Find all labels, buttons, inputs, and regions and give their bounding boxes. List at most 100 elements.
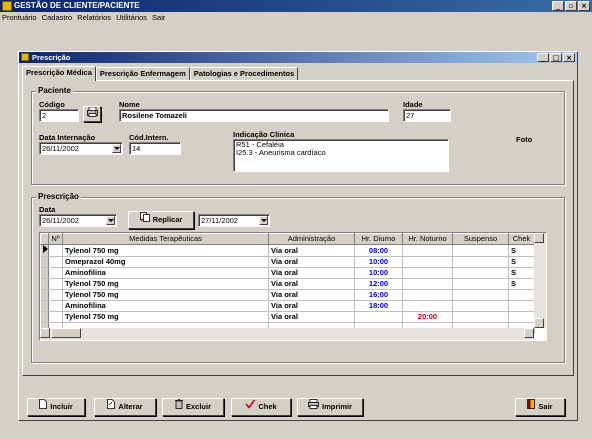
grid-cell-chek[interactable]: S	[508, 244, 535, 257]
col-header-hr-diurno[interactable]: Hr. Diurno	[354, 233, 403, 245]
chevron-down-icon[interactable]	[259, 216, 268, 225]
grid-cell-medida[interactable]: Omeprazol 40mg	[62, 256, 269, 268]
grid-cell-hr-noturno[interactable]	[402, 289, 453, 301]
row-indicator[interactable]	[40, 311, 49, 323]
menu-utilitarios[interactable]: Utilitários	[116, 13, 147, 22]
grid-cell-chek[interactable]: S	[508, 256, 535, 268]
alterar-button[interactable]: Alterar	[94, 398, 156, 416]
grid-cell-suspenso[interactable]	[452, 300, 509, 312]
nome-field[interactable]: Rosilene Tomazeli	[119, 109, 389, 122]
table-row[interactable]: Tylenol 750 mg Via oral 20:00	[40, 311, 535, 323]
child-close-icon[interactable]: ×	[563, 53, 575, 62]
grid-cell-hr-diurno[interactable]	[354, 311, 403, 323]
grid-cell-hr-noturno[interactable]	[402, 300, 453, 312]
menu-prontuario[interactable]: Prontuário	[2, 13, 37, 22]
table-row[interactable]: Aminofilina Via oral 10:00 S	[40, 267, 535, 279]
data-field[interactable]: 26/11/2002	[39, 214, 117, 227]
col-header-numero[interactable]: Nº	[48, 233, 63, 245]
codigo-field[interactable]: 2	[39, 109, 79, 122]
scroll-down-icon[interactable]	[534, 318, 544, 328]
grid-cell-administracao[interactable]: Via oral	[268, 311, 355, 323]
search-patient-button[interactable]	[83, 106, 101, 122]
table-row[interactable]: Tylenol 750 mg Via oral 16:00	[40, 289, 535, 301]
grid-cell-medida[interactable]: Tylenol 750 mg	[62, 244, 269, 257]
grid-cell-numero[interactable]	[48, 278, 63, 290]
restore-icon[interactable]: ▫	[565, 1, 577, 11]
incluir-button[interactable]: Incluir	[27, 398, 85, 416]
idade-field[interactable]: 27	[403, 109, 451, 122]
grid-cell-chek[interactable]: S	[508, 267, 535, 279]
grid-cell-suspenso[interactable]	[452, 289, 509, 301]
data-internacao-field[interactable]: 26/11/2002	[39, 142, 123, 155]
scroll-up-icon[interactable]	[534, 233, 544, 243]
grid-cell-numero[interactable]	[48, 244, 63, 257]
grid-cell-numero[interactable]	[48, 267, 63, 279]
row-indicator[interactable]	[40, 256, 49, 268]
col-header-chek[interactable]: Chek	[508, 233, 535, 245]
grid-cell-hr-noturno[interactable]: 20:00	[402, 311, 453, 323]
chevron-down-icon[interactable]	[106, 216, 115, 225]
tab-prescricao-medica[interactable]: Prescrição Médica	[22, 66, 96, 81]
table-row[interactable]: Aminofilina Via oral 18:00	[40, 300, 535, 312]
grid-cell-numero[interactable]	[48, 311, 63, 323]
row-indicator[interactable]	[40, 289, 49, 301]
col-header-hr-noturno[interactable]: Hr. Noturno	[402, 233, 453, 245]
cod-intern-field[interactable]: 14	[129, 142, 181, 155]
grid-cell-medida[interactable]: Aminofilina	[62, 300, 269, 312]
grid-cell-numero[interactable]	[48, 289, 63, 301]
grid-cell-administracao[interactable]: Via oral	[268, 278, 355, 290]
menu-relatorios[interactable]: Relatórios	[77, 13, 111, 22]
grid-cell-hr-noturno[interactable]	[402, 244, 453, 257]
child-maximize-icon[interactable]: □	[550, 53, 562, 62]
grid-cell-hr-diurno[interactable]: 08:00	[354, 244, 403, 257]
grid-cell-medida[interactable]: Tylenol 750 mg	[62, 311, 269, 323]
grid-cell-hr-diurno[interactable]: 10:00	[354, 267, 403, 279]
replicar-button[interactable]: Replicar	[128, 211, 194, 229]
grid-cell-administracao[interactable]: Via oral	[268, 289, 355, 301]
grid-cell-hr-diurno[interactable]: 10:00	[354, 256, 403, 268]
table-row[interactable]: Tylenol 750 mg Via oral 08:00 S	[40, 244, 535, 257]
col-header-suspenso[interactable]: Suspenso	[452, 233, 509, 245]
grid-cell-hr-diurno[interactable]: 12:00	[354, 278, 403, 290]
excluir-button[interactable]: Excluir	[162, 398, 224, 416]
close-icon[interactable]: ×	[578, 1, 590, 11]
menu-sair[interactable]: Sair	[152, 13, 165, 22]
scroll-right-icon[interactable]	[524, 328, 534, 338]
grid-cell-numero[interactable]	[48, 256, 63, 268]
grid-cell-hr-noturno[interactable]	[402, 278, 453, 290]
col-header-administracao[interactable]: Administração	[268, 233, 355, 245]
grid-horizontal-scrollbar[interactable]	[40, 328, 534, 340]
scroll-thumb[interactable]	[51, 328, 81, 338]
chevron-down-icon[interactable]	[112, 144, 121, 153]
grid-cell-numero[interactable]	[48, 300, 63, 312]
grid-cell-hr-noturno[interactable]	[402, 256, 453, 268]
replicar-date-field[interactable]: 27/11/2002	[198, 214, 270, 227]
row-indicator[interactable]	[40, 278, 49, 290]
tab-patologias-procedimentos[interactable]: Patologias e Procedimentos	[189, 67, 299, 80]
table-row[interactable]: Tylenol 750 mg Via oral 12:00 S	[40, 278, 535, 290]
row-indicator[interactable]	[40, 300, 49, 312]
grid-cell-administracao[interactable]: Via oral	[268, 267, 355, 279]
grid-cell-medida[interactable]: Tylenol 750 mg	[62, 289, 269, 301]
scroll-left-icon[interactable]	[40, 328, 50, 338]
grid-cell-medida[interactable]: Tylenol 750 mg	[62, 278, 269, 290]
indicacao-clinica-field[interactable]: R51 - Cefaléia I25.3 - Aneurisma cardíac…	[233, 139, 449, 172]
grid-cell-suspenso[interactable]	[452, 267, 509, 279]
col-header-medidas[interactable]: Medidas Terapêuticas	[62, 233, 269, 245]
tab-prescricao-enfermagem[interactable]: Prescrição Enfermagem	[95, 67, 190, 80]
grid-cell-chek[interactable]	[508, 289, 535, 301]
grid-cell-chek[interactable]	[508, 300, 535, 312]
grid-cell-hr-diurno[interactable]: 18:00	[354, 300, 403, 312]
sair-button[interactable]: Sair	[515, 398, 565, 416]
grid-cell-suspenso[interactable]	[452, 278, 509, 290]
grid-cell-suspenso[interactable]	[452, 256, 509, 268]
chek-button[interactable]: Chek	[231, 398, 291, 416]
minimize-icon[interactable]: _	[552, 1, 564, 11]
grid-cell-suspenso[interactable]	[452, 311, 509, 323]
grid-vertical-scrollbar[interactable]	[534, 233, 546, 328]
table-row[interactable]: Omeprazol 40mg Via oral 10:00 S	[40, 256, 535, 268]
grid-cell-administracao[interactable]: Via oral	[268, 256, 355, 268]
row-indicator[interactable]	[40, 244, 49, 257]
grid-cell-hr-noturno[interactable]	[402, 267, 453, 279]
grid-cell-medida[interactable]: Aminofilina	[62, 267, 269, 279]
